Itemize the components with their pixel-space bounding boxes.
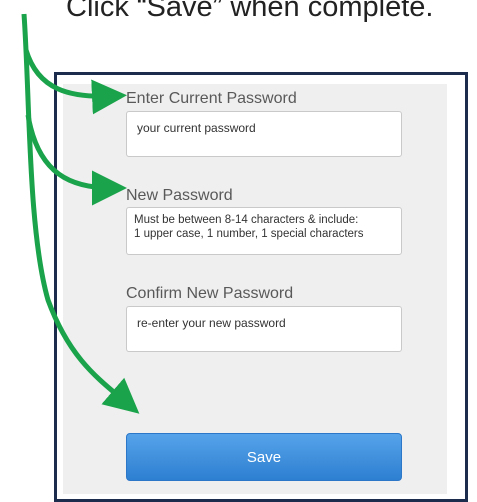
- save-button[interactable]: Save: [126, 433, 402, 481]
- new-password-label: New Password: [126, 187, 233, 204]
- current-password-input[interactable]: your current password: [126, 111, 402, 157]
- confirm-password-label: Confirm New Password: [126, 285, 294, 302]
- new-password-hint-line-1: Must be between 8-14 characters & includ…: [134, 214, 359, 226]
- new-password-input[interactable]: Must be between 8-14 characters & includ…: [126, 207, 402, 255]
- instruction-text: Click “Save” when complete.: [66, 0, 434, 23]
- confirm-password-input[interactable]: re-enter your new password: [126, 306, 402, 352]
- current-password-label: Enter Current Password: [126, 90, 297, 107]
- new-password-hint-line-2: 1 upper case, 1 number, 1 special charac…: [134, 228, 364, 240]
